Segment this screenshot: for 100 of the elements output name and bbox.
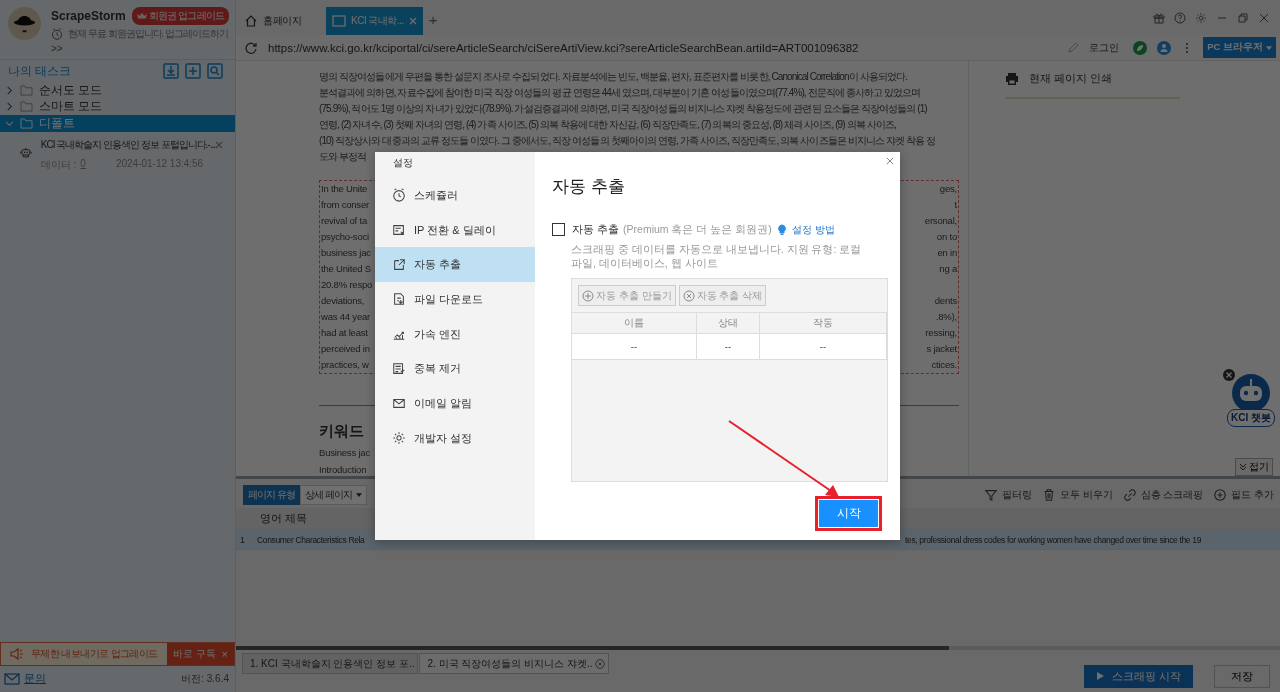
- reload-icon[interactable]: [244, 40, 258, 55]
- section-heading: 키워드: [319, 422, 364, 439]
- close-icon: [682, 289, 695, 302]
- close-icon[interactable]: [215, 140, 223, 149]
- double-chevron-icon: [1239, 463, 1247, 471]
- text-fragment: ctices.: [931, 358, 957, 372]
- toolbar-action[interactable]: 필드 추가: [1213, 488, 1274, 502]
- plus-icon: [1213, 488, 1228, 502]
- settings-nav-item[interactable]: 이메일 알림: [375, 386, 535, 421]
- url-field[interactable]: https://www.kci.go.kr/kciportal/ci/sereArticleSearch/ciSereArtiView.kci?sereArticleSearchBean.artiId=ART001096382: [268, 41, 1058, 54]
- browser-mode-button[interactable]: PC 브라우저: [1203, 37, 1276, 58]
- text-fragment: .8%),: [935, 310, 957, 324]
- leaf-icon[interactable]: [1133, 40, 1148, 55]
- start-scraping-button[interactable]: 스크래핑 시작: [1083, 664, 1193, 688]
- text-fragment: In the Unite: [321, 182, 368, 196]
- scrollbar-thumb[interactable]: [236, 646, 949, 650]
- pencil-icon[interactable]: [1067, 41, 1080, 54]
- start-button[interactable]: 시작: [819, 500, 878, 527]
- link-icon: [1122, 488, 1137, 502]
- paragraph-line: 연령, (2) 자녀수, (3) 첫째 자녀의 연령, (4) 가족 사이즈, (5) 의복 착용에 대한 자신감, (6) 직장만족도, (7) 의복의 중요성, (8) 체격 사이즈, (9) 의복 사이즈,: [319, 118, 896, 132]
- text-fragment: en in: [937, 246, 957, 260]
- page-icon: [332, 14, 346, 28]
- keyword-line: Introduction: [319, 463, 367, 476]
- paragraph-line: (10) 직장상사와 대중과의 교류 정도들 이였다. 그 중에서도, 직장 여성들의 첫째아이의 연령, 가족 사이즈, 직장만족도, 의복 사이즈들은 비지니스 쟈켓 착용 정: [319, 134, 936, 148]
- login-button[interactable]: 로그인: [1089, 40, 1120, 55]
- play-icon: [1095, 672, 1104, 680]
- dialog-title: 설정: [392, 156, 414, 170]
- page-type-label: 페이지 유형: [243, 485, 300, 505]
- list-icon: [392, 223, 406, 238]
- text-fragment: was 44 year: [321, 310, 371, 324]
- settings-nav-item[interactable]: 자동 추출: [375, 247, 535, 283]
- import-icon[interactable]: [163, 63, 179, 79]
- speaker-icon: [9, 646, 25, 662]
- page-tab[interactable]: 2. 미국 직장여성들의 비지니스 쟈켓..: [419, 653, 610, 674]
- column-header: 영어 제목: [259, 511, 307, 526]
- folder-item[interactable]: 스마트 모드: [0, 98, 235, 115]
- table-cell: Consumer Characteristics Rela: [257, 534, 365, 545]
- close-icon[interactable]: [886, 157, 894, 165]
- more-icon[interactable]: [1185, 41, 1190, 54]
- auto-export-checkbox[interactable]: [552, 223, 565, 236]
- chatbot-button[interactable]: KCI 챗봇: [1229, 373, 1273, 427]
- lightbulb-icon: [775, 223, 788, 236]
- promo-text: 무제한 내보내기로 업그레이드: [31, 647, 159, 661]
- new-tab-button[interactable]: +: [422, 7, 444, 35]
- paragraph-line: 명의 직장여성들에게 우편을 통한 설문지 조사로 수집되었다. 자료분석에는 빈도, 백분율, 편차, 표준편차를 비롯한, Canonical Correlation이 사용되었다.: [319, 70, 908, 84]
- browser-tab[interactable]: 홈페이지: [238, 7, 326, 35]
- folder-icon: [20, 117, 33, 129]
- settings-nav-item[interactable]: IP 전환 & 딜레이: [375, 212, 535, 248]
- page-tab[interactable]: 1. KCI 국내학술지 인용색인 정보 포..: [242, 653, 419, 674]
- text-fragment: dents: [934, 294, 957, 308]
- upgrade-badge[interactable]: 회원권 업그레이드: [131, 7, 230, 25]
- gift-icon[interactable]: [1153, 11, 1165, 24]
- text-fragment: had at least: [321, 326, 368, 340]
- gear-icon: [392, 431, 406, 446]
- add-icon[interactable]: [185, 63, 201, 79]
- toolbar-action[interactable]: 심층 스크래핑: [1122, 488, 1204, 502]
- print-page-link[interactable]: 현재 페이지 인쇄: [1005, 61, 1180, 99]
- expand-toggle[interactable]: >>: [51, 43, 63, 55]
- search-icon[interactable]: [207, 63, 223, 79]
- help-icon[interactable]: [1174, 11, 1186, 24]
- table-cell: tes, professional dress codes for working women have changed over time since the 19: [905, 534, 1201, 545]
- person-icon[interactable]: [1157, 40, 1172, 55]
- text-fragment: practices, w: [321, 358, 369, 372]
- browser-tab[interactable]: KCI 국내학...: [326, 7, 423, 35]
- toolbar-action[interactable]: 모두 비우기: [1042, 488, 1113, 502]
- save-button[interactable]: 저장: [1214, 664, 1270, 688]
- filter-icon: [984, 488, 999, 502]
- settings-nav-item[interactable]: 가속 엔진: [375, 316, 535, 352]
- mail-icon: [392, 396, 406, 411]
- settings-nav-item[interactable]: 개발자 설정: [375, 420, 535, 456]
- text-fragment: ng a: [939, 262, 957, 276]
- caret-icon: [355, 493, 362, 497]
- settings-icon[interactable]: [1195, 11, 1207, 24]
- task-title[interactable]: KCI 국내학술지 인용색인 정보 포털입니다.-...: [40, 137, 215, 152]
- toolbar-button[interactable]: 자동 추출 삭제: [678, 285, 767, 306]
- toolbar-action[interactable]: 필터링: [984, 488, 1033, 502]
- collapse-button[interactable]: 접기: [1235, 458, 1273, 476]
- paragraph-line: (75.9%), 적어도 1명 이상의 자녀가 있었다(78.9%). 가설검증결과에 의하면, 미국 직장여성들의 비지니스 쟈켓 착용정도에 관련된 요소들은 직장여성들의 (1): [319, 102, 927, 116]
- text-fragment: s jacket: [926, 342, 957, 356]
- settings-nav-item[interactable]: 중복 제거: [375, 351, 535, 387]
- keyword-line: Business jac: [319, 446, 370, 459]
- close-icon[interactable]: [1223, 369, 1235, 381]
- settings-nav-item[interactable]: 스케쥴러: [375, 178, 535, 213]
- help-link[interactable]: 설정 방법: [791, 222, 835, 237]
- settings-nav-item[interactable]: 파일 다운로드: [375, 282, 535, 317]
- close-icon[interactable]: [1258, 11, 1270, 24]
- paragraph-line: 분석결과에 의하면, 자료수집에 참여한 미국 직장 여성들의 평균 연령은 44세 였으며, 대부분이 기혼 여성들이였으며(77.4%), 전문직에 종사하고 있었으며: [319, 86, 921, 100]
- subscribe-button[interactable]: 바로 구독: [166, 643, 222, 665]
- contact-link[interactable]: 문의: [24, 672, 46, 686]
- folder-item[interactable]: 순서도 모드: [0, 82, 235, 99]
- restore-icon[interactable]: [1237, 11, 1249, 24]
- alarm-clock-icon: [392, 188, 406, 203]
- text-fragment: the United S: [321, 262, 371, 276]
- column-header: 이름: [572, 312, 697, 333]
- mail-icon: [4, 673, 20, 685]
- page-type-dropdown[interactable]: 상세 페이지: [299, 485, 367, 505]
- printer-icon: [1005, 72, 1019, 86]
- folder-item[interactable]: 디폴트: [0, 115, 235, 132]
- toolbar-button[interactable]: 자동 추출 만들기: [578, 285, 676, 306]
- close-icon[interactable]: [595, 658, 606, 669]
